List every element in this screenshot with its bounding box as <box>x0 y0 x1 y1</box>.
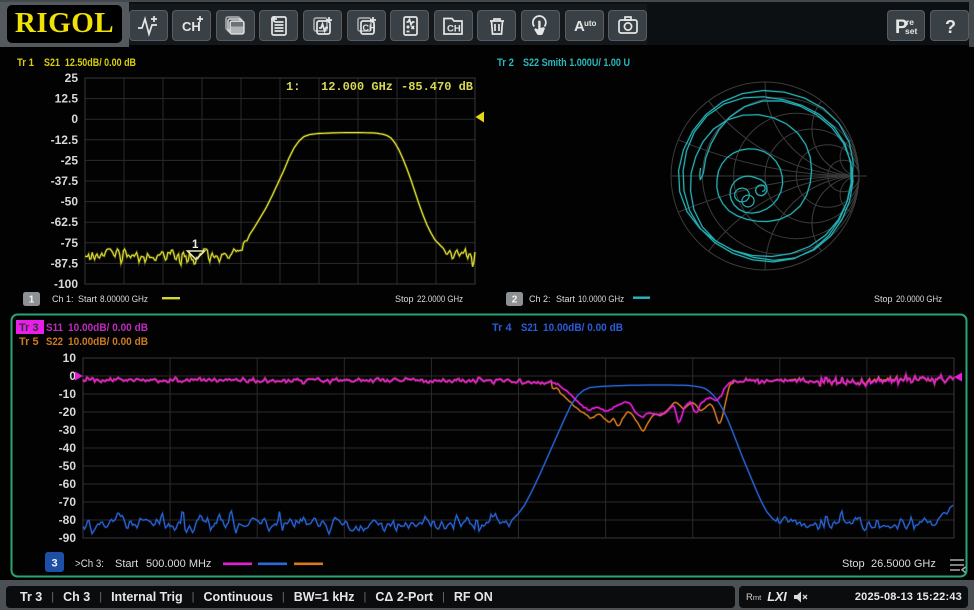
svg-text:12.000 GHz: 12.000 GHz <box>321 80 393 94</box>
svg-text:8.00000 GHz: 8.00000 GHz <box>100 294 148 304</box>
svg-text:10.00dB/ 0.00 dB: 10.00dB/ 0.00 dB <box>68 322 148 334</box>
svg-text:-30: -30 <box>59 423 77 437</box>
svg-text:2: 2 <box>512 295 518 306</box>
svg-text:Stop: Stop <box>874 294 893 304</box>
svg-text:Tr 1: Tr 1 <box>17 57 34 69</box>
svg-text:-90: -90 <box>59 531 77 545</box>
svg-text:-37.5: -37.5 <box>51 174 79 188</box>
svg-text:-62.5: -62.5 <box>51 215 79 229</box>
svg-text:set: set <box>905 26 917 36</box>
svg-text:10.00dB/ 0.00 dB: 10.00dB/ 0.00 dB <box>68 336 148 348</box>
svg-text:S21: S21 <box>521 322 538 334</box>
svg-text:Tr 4: Tr 4 <box>492 322 512 334</box>
svg-text:Tr 3: Tr 3 <box>19 322 39 334</box>
svg-text:-75: -75 <box>61 236 79 250</box>
svg-text:-50: -50 <box>59 459 77 473</box>
svg-text:500.000 MHz: 500.000 MHz <box>146 558 211 570</box>
svg-text:?: ? <box>945 17 956 37</box>
svg-text:>Ch 3:: >Ch 3: <box>75 558 104 570</box>
svg-text:12.5: 12.5 <box>55 92 79 106</box>
svg-text:-40: -40 <box>59 441 77 455</box>
svg-text:CH: CH <box>182 19 201 34</box>
svg-text:26.5000 GHz: 26.5000 GHz <box>871 558 936 570</box>
svg-text:1: 1 <box>192 239 199 251</box>
svg-text:Start: Start <box>78 294 98 304</box>
svg-text:-60: -60 <box>59 477 77 491</box>
svg-text:CH: CH <box>363 23 376 33</box>
svg-text:-70: -70 <box>59 495 77 509</box>
svg-text:S22: S22 <box>46 336 63 348</box>
svg-text:10: 10 <box>63 351 77 365</box>
svg-text:10.0000 GHz: 10.0000 GHz <box>578 294 624 304</box>
svg-text:S22 Smith 1.000U/ 1.00 U: S22 Smith 1.000U/ 1.00 U <box>523 57 630 69</box>
svg-text:22.0000 GHz: 22.0000 GHz <box>417 294 463 304</box>
svg-text:Start: Start <box>556 294 576 304</box>
svg-text:uto: uto <box>584 19 597 28</box>
svg-text:Stop: Stop <box>395 294 414 304</box>
svg-text:-80: -80 <box>59 513 77 527</box>
svg-text:-100: -100 <box>54 277 78 291</box>
svg-text:Ch 2:: Ch 2: <box>529 294 551 304</box>
svg-text:Tr 5: Tr 5 <box>19 336 39 348</box>
svg-text:-20: -20 <box>59 405 77 419</box>
svg-text:0: 0 <box>71 112 78 126</box>
svg-text:Start: Start <box>115 558 138 570</box>
svg-text:3: 3 <box>51 558 57 570</box>
svg-text:-12.5: -12.5 <box>51 133 79 147</box>
svg-text:CH: CH <box>447 23 461 34</box>
svg-text:-87.5: -87.5 <box>51 256 79 270</box>
svg-text:S21 12.50dB/ 0.00 dB: S21 12.50dB/ 0.00 dB <box>44 57 136 69</box>
svg-text:25: 25 <box>65 71 79 85</box>
svg-text:Stop: Stop <box>842 558 865 570</box>
svg-text:1: 1 <box>29 295 35 306</box>
svg-text:-10: -10 <box>59 387 77 401</box>
svg-text:10.00dB/ 0.00 dB: 10.00dB/ 0.00 dB <box>543 322 623 334</box>
svg-text:-50: -50 <box>61 195 79 209</box>
svg-text:Tr 2: Tr 2 <box>497 57 514 69</box>
svg-text:1:: 1: <box>286 80 300 94</box>
svg-text:20.0000 GHz: 20.0000 GHz <box>896 294 942 304</box>
svg-text:Ch 1:: Ch 1: <box>52 294 74 304</box>
svg-text:-85.470 dB: -85.470 dB <box>401 80 473 94</box>
svg-text:S11: S11 <box>46 322 63 334</box>
svg-text:-25: -25 <box>61 153 79 167</box>
